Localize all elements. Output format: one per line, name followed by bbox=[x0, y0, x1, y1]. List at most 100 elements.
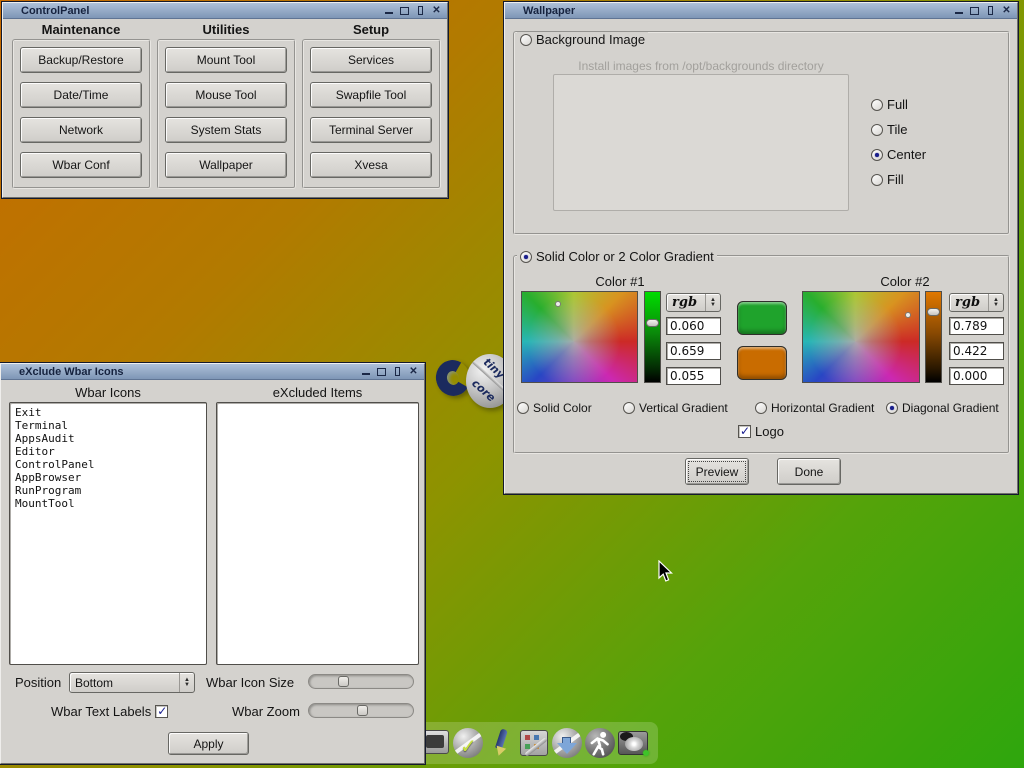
color2-picker[interactable] bbox=[802, 291, 920, 383]
zoom-thumb[interactable] bbox=[357, 705, 368, 716]
maximize-button[interactable] bbox=[375, 366, 388, 377]
services-button[interactable]: Services bbox=[310, 47, 432, 73]
color1-format-choice[interactable]: rgb ▲▼ bbox=[666, 293, 721, 312]
wbar-icons-list[interactable]: Exit Terminal AppsAudit Editor ControlPa… bbox=[9, 402, 207, 665]
color2-swatch[interactable] bbox=[737, 346, 787, 380]
solid-color-radio[interactable] bbox=[517, 402, 529, 414]
color2-format-choice[interactable]: rgb ▲▼ bbox=[949, 293, 1004, 312]
dock-item-mount-tool[interactable] bbox=[618, 727, 648, 759]
dock-item-editor[interactable] bbox=[486, 727, 516, 759]
wbar-zoom-slider[interactable] bbox=[308, 703, 414, 718]
wbar-icon-size-slider[interactable] bbox=[308, 674, 414, 689]
mount-tool-icon bbox=[618, 731, 648, 755]
mouse-cursor bbox=[658, 560, 673, 583]
close-icon: ✕ bbox=[432, 6, 440, 16]
mode-center-radio[interactable] bbox=[871, 149, 883, 161]
color2-red-field[interactable] bbox=[949, 317, 1004, 335]
color1-blue-field[interactable] bbox=[666, 367, 721, 385]
color1-green-field[interactable] bbox=[666, 342, 721, 360]
list-item[interactable]: AppBrowser bbox=[15, 471, 201, 484]
shade-button[interactable] bbox=[414, 5, 427, 16]
shade-button[interactable] bbox=[391, 366, 404, 377]
dock-item-run-program[interactable] bbox=[585, 727, 615, 759]
list-item[interactable]: ControlPanel bbox=[15, 458, 201, 471]
excluded-items-list[interactable] bbox=[216, 402, 419, 665]
diagonal-gradient-radio[interactable] bbox=[886, 402, 898, 414]
horizontal-gradient-label: Horizontal Gradient bbox=[771, 401, 874, 415]
wbar-conf-button[interactable]: Wbar Conf bbox=[20, 152, 142, 178]
color2-label: Color #2 bbox=[880, 274, 929, 289]
terminal-server-button[interactable]: Terminal Server bbox=[310, 117, 432, 143]
wbar-icons-header: Wbar Icons bbox=[75, 385, 141, 400]
control-panel-titlebar[interactable]: ControlPanel ✕ bbox=[3, 3, 447, 19]
logo-checkbox[interactable] bbox=[738, 425, 751, 438]
color2-green-field[interactable] bbox=[949, 342, 1004, 360]
backup-restore-button[interactable]: Backup/Restore bbox=[20, 47, 142, 73]
apply-button[interactable]: Apply bbox=[168, 732, 249, 755]
position-dropdown[interactable]: Bottom ▲▼ bbox=[69, 672, 195, 693]
minimize-icon bbox=[362, 368, 370, 375]
icon-size-thumb[interactable] bbox=[338, 676, 349, 687]
maximize-button[interactable] bbox=[968, 5, 981, 16]
color2-blue-field[interactable] bbox=[949, 367, 1004, 385]
window-title: ControlPanel bbox=[21, 5, 89, 17]
color1-value-slider[interactable] bbox=[644, 291, 661, 383]
color1-picker[interactable] bbox=[521, 291, 638, 383]
minimize-button[interactable] bbox=[952, 5, 965, 16]
dock-item-control-panel[interactable] bbox=[519, 727, 549, 759]
horizontal-gradient-radio[interactable] bbox=[755, 402, 767, 414]
background-image-list[interactable] bbox=[553, 74, 849, 211]
mouse-tool-button[interactable]: Mouse Tool bbox=[165, 82, 287, 108]
preview-button[interactable]: Preview bbox=[685, 458, 749, 485]
spinner-arrows-icon: ▲▼ bbox=[988, 294, 1003, 311]
system-stats-button[interactable]: System Stats bbox=[165, 117, 287, 143]
wbar-text-labels-checkbox[interactable] bbox=[155, 705, 168, 718]
excluded-items-header: eXcluded Items bbox=[273, 385, 363, 400]
close-button[interactable]: ✕ bbox=[430, 5, 443, 16]
color2-value-slider[interactable] bbox=[925, 291, 942, 383]
close-button[interactable]: ✕ bbox=[1000, 5, 1013, 16]
editor-nib-icon bbox=[494, 746, 506, 758]
swapfile-tool-button[interactable]: Swapfile Tool bbox=[310, 82, 432, 108]
exclude-titlebar[interactable]: eXclude Wbar Icons ✕ bbox=[1, 364, 424, 380]
shade-button[interactable] bbox=[984, 5, 997, 16]
list-item[interactable]: Terminal bbox=[15, 419, 201, 432]
section-header-maintenance: Maintenance bbox=[42, 22, 121, 37]
background-image-radio[interactable] bbox=[520, 34, 532, 46]
minimize-button[interactable] bbox=[382, 5, 395, 16]
color1-slider-thumb[interactable] bbox=[646, 319, 659, 327]
minimize-button[interactable] bbox=[359, 366, 372, 377]
close-button[interactable]: ✕ bbox=[407, 366, 420, 377]
network-button[interactable]: Network bbox=[20, 117, 142, 143]
mount-tool-button[interactable]: Mount Tool bbox=[165, 47, 287, 73]
xvesa-button[interactable]: Xvesa bbox=[310, 152, 432, 178]
solid-color-section-radio[interactable] bbox=[520, 251, 532, 263]
date-time-button[interactable]: Date/Time bbox=[20, 82, 142, 108]
list-item[interactable]: Editor bbox=[15, 445, 201, 458]
mode-full-radio[interactable] bbox=[871, 99, 883, 111]
list-item[interactable]: RunProgram bbox=[15, 484, 201, 497]
diagonal-gradient-label: Diagonal Gradient bbox=[902, 401, 999, 415]
done-button[interactable]: Done bbox=[777, 458, 841, 485]
mode-center-label: Center bbox=[887, 147, 926, 162]
mode-fill-radio[interactable] bbox=[871, 174, 883, 186]
mode-tile-radio[interactable] bbox=[871, 124, 883, 136]
color2-slider-thumb[interactable] bbox=[927, 308, 940, 316]
list-item[interactable]: Exit bbox=[15, 406, 201, 419]
dock-item-apps-audit[interactable]: ✓ bbox=[453, 727, 483, 759]
run-program-icon bbox=[585, 728, 615, 758]
maximize-button[interactable] bbox=[398, 5, 411, 16]
apps-audit-icon: ✓ bbox=[453, 728, 483, 758]
color1-swatch[interactable] bbox=[737, 301, 787, 335]
list-item[interactable]: AppsAudit bbox=[15, 432, 201, 445]
tinycore-logo: tiny core bbox=[434, 350, 514, 414]
vertical-gradient-radio[interactable] bbox=[623, 402, 635, 414]
wallpaper-titlebar[interactable]: Wallpaper ✕ bbox=[505, 3, 1017, 19]
solid-color-section-label: Solid Color or 2 Color Gradient bbox=[536, 249, 714, 264]
wallpaper-button[interactable]: Wallpaper bbox=[165, 152, 287, 178]
dock-item-app-browser[interactable] bbox=[552, 727, 582, 759]
color1-format-value: rgb bbox=[667, 294, 705, 311]
install-note: Install images from /opt/backgrounds dir… bbox=[578, 59, 823, 73]
list-item[interactable]: MountTool bbox=[15, 497, 201, 510]
color1-red-field[interactable] bbox=[666, 317, 721, 335]
